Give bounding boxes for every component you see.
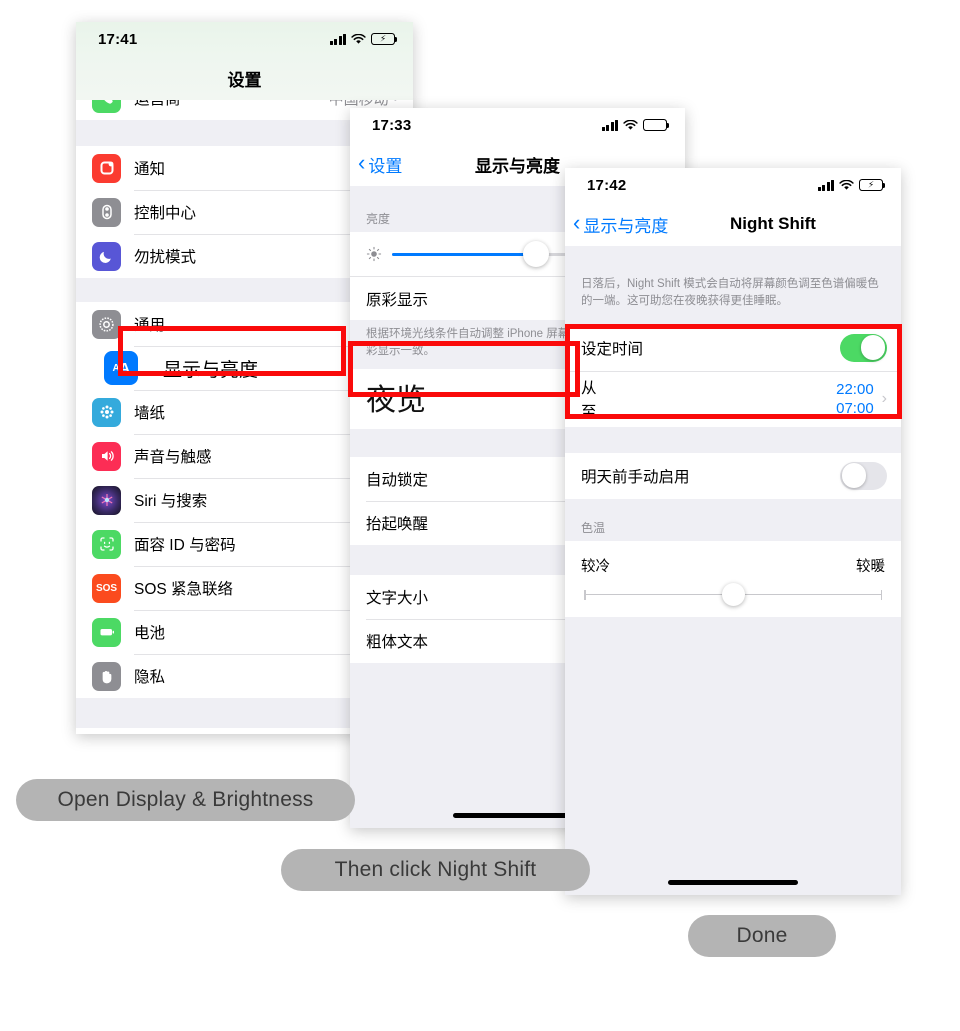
- status-indicators: ⚡: [329, 33, 398, 45]
- privacy-icon: [92, 661, 121, 691]
- face-id-icon: [92, 529, 121, 559]
- wifi-icon: [839, 179, 854, 191]
- back-button[interactable]: ‹ 显示与亮度: [565, 212, 668, 237]
- siri-icon: [92, 485, 121, 515]
- phone-icon: [92, 100, 121, 113]
- chevron-right-icon: ›: [881, 389, 887, 407]
- sos-icon: SOS: [92, 573, 121, 603]
- temperature-labels: 较冷 较暖: [581, 555, 885, 576]
- battery-icon: ⚡: [371, 33, 398, 45]
- temperature-warmer-label: 较暖: [856, 558, 885, 575]
- status-bar-3: 17:42 ⚡: [565, 168, 901, 202]
- section-gap: [565, 246, 901, 270]
- scheduled-label: 设定时间: [581, 340, 644, 358]
- back-button[interactable]: ‹ 设置: [350, 152, 402, 177]
- section-gap: [565, 617, 901, 867]
- status-time: 17:42: [587, 176, 627, 194]
- control-center-icon: [92, 197, 121, 227]
- cellular-signal-icon: [817, 179, 834, 191]
- schedule-group: 设定时间 从 至 22:00 07:00 ›: [565, 324, 901, 427]
- wallpaper-icon: [92, 397, 121, 427]
- home-indicator: [668, 880, 798, 885]
- manual-enable-label: 明天前手动启用: [581, 468, 690, 486]
- from-value: 22:00: [836, 380, 874, 398]
- temperature-slider[interactable]: [584, 582, 882, 606]
- wifi-icon: [623, 119, 638, 131]
- caption-text: Open Display & Brightness: [57, 788, 314, 811]
- temperature-cooler-label: 较冷: [581, 558, 610, 575]
- battery-icon: [92, 617, 121, 647]
- back-button-label: 设置: [368, 156, 403, 176]
- section-gap: [565, 426, 901, 453]
- settings-row-label: 运营商: [134, 100, 329, 109]
- chevron-left-icon: ‹: [573, 210, 581, 235]
- manual-enable-row[interactable]: 明天前手动启用: [565, 452, 901, 499]
- brightness-icon: [366, 246, 382, 262]
- caption-done: Done: [688, 915, 836, 957]
- to-label: 至: [581, 403, 597, 421]
- status-time: 17:33: [372, 116, 412, 134]
- notifications-icon: [92, 153, 121, 183]
- status-indicators: [601, 119, 670, 131]
- nav-bar-1: 设置: [76, 56, 413, 100]
- night-shift-description: 日落后，Night Shift 模式会自动将屏幕颜色调至色谱偏暖色的一端。这可助…: [565, 270, 901, 325]
- battery-icon: [643, 119, 670, 131]
- temperature-section-header: 色温: [565, 498, 901, 541]
- to-value: 07:00: [836, 399, 874, 417]
- gear-icon: [92, 309, 121, 339]
- caption-open-display-brightness: Open Display & Brightness: [16, 779, 355, 821]
- do-not-disturb-icon: [92, 241, 121, 271]
- battery-icon: ⚡: [859, 179, 886, 191]
- phone-screen-night-shift: 17:42 ⚡ ‹ 显示与亮度 Night Shift 日落后，Night Sh…: [565, 168, 901, 895]
- page-title: 设置: [227, 70, 262, 90]
- nav-bar-3: ‹ 显示与亮度 Night Shift: [565, 202, 901, 246]
- status-bar-2: 17:33: [350, 108, 685, 142]
- chevron-left-icon: ‹: [358, 150, 366, 175]
- manual-group: 明天前手动启用: [565, 452, 901, 499]
- status-indicators: ⚡: [817, 179, 886, 191]
- caption-text: Then click Night Shift: [334, 858, 537, 881]
- manual-enable-toggle[interactable]: [840, 461, 887, 490]
- sound-haptics-icon: [92, 441, 121, 471]
- temperature-slider-section: 较冷 较暖: [565, 540, 901, 617]
- caption-then-click-night-shift: Then click Night Shift: [281, 849, 590, 891]
- cellular-signal-icon: [601, 119, 618, 131]
- scheduled-row[interactable]: 设定时间: [565, 324, 901, 371]
- chevron-right-icon: ›: [394, 100, 399, 107]
- scheduled-toggle[interactable]: [840, 333, 887, 362]
- caption-text: Done: [736, 924, 788, 947]
- cellular-signal-icon: [329, 33, 346, 45]
- wifi-icon: [351, 33, 366, 45]
- display-brightness-icon: AA: [104, 351, 138, 385]
- from-label: 从: [581, 379, 597, 397]
- home-indicator: [452, 813, 583, 818]
- status-bar-1: 17:41 ⚡: [76, 22, 413, 56]
- back-button-label: 显示与亮度: [583, 216, 669, 236]
- status-time: 17:41: [98, 30, 138, 48]
- from-to-row[interactable]: 从 至 22:00 07:00 ›: [565, 370, 901, 427]
